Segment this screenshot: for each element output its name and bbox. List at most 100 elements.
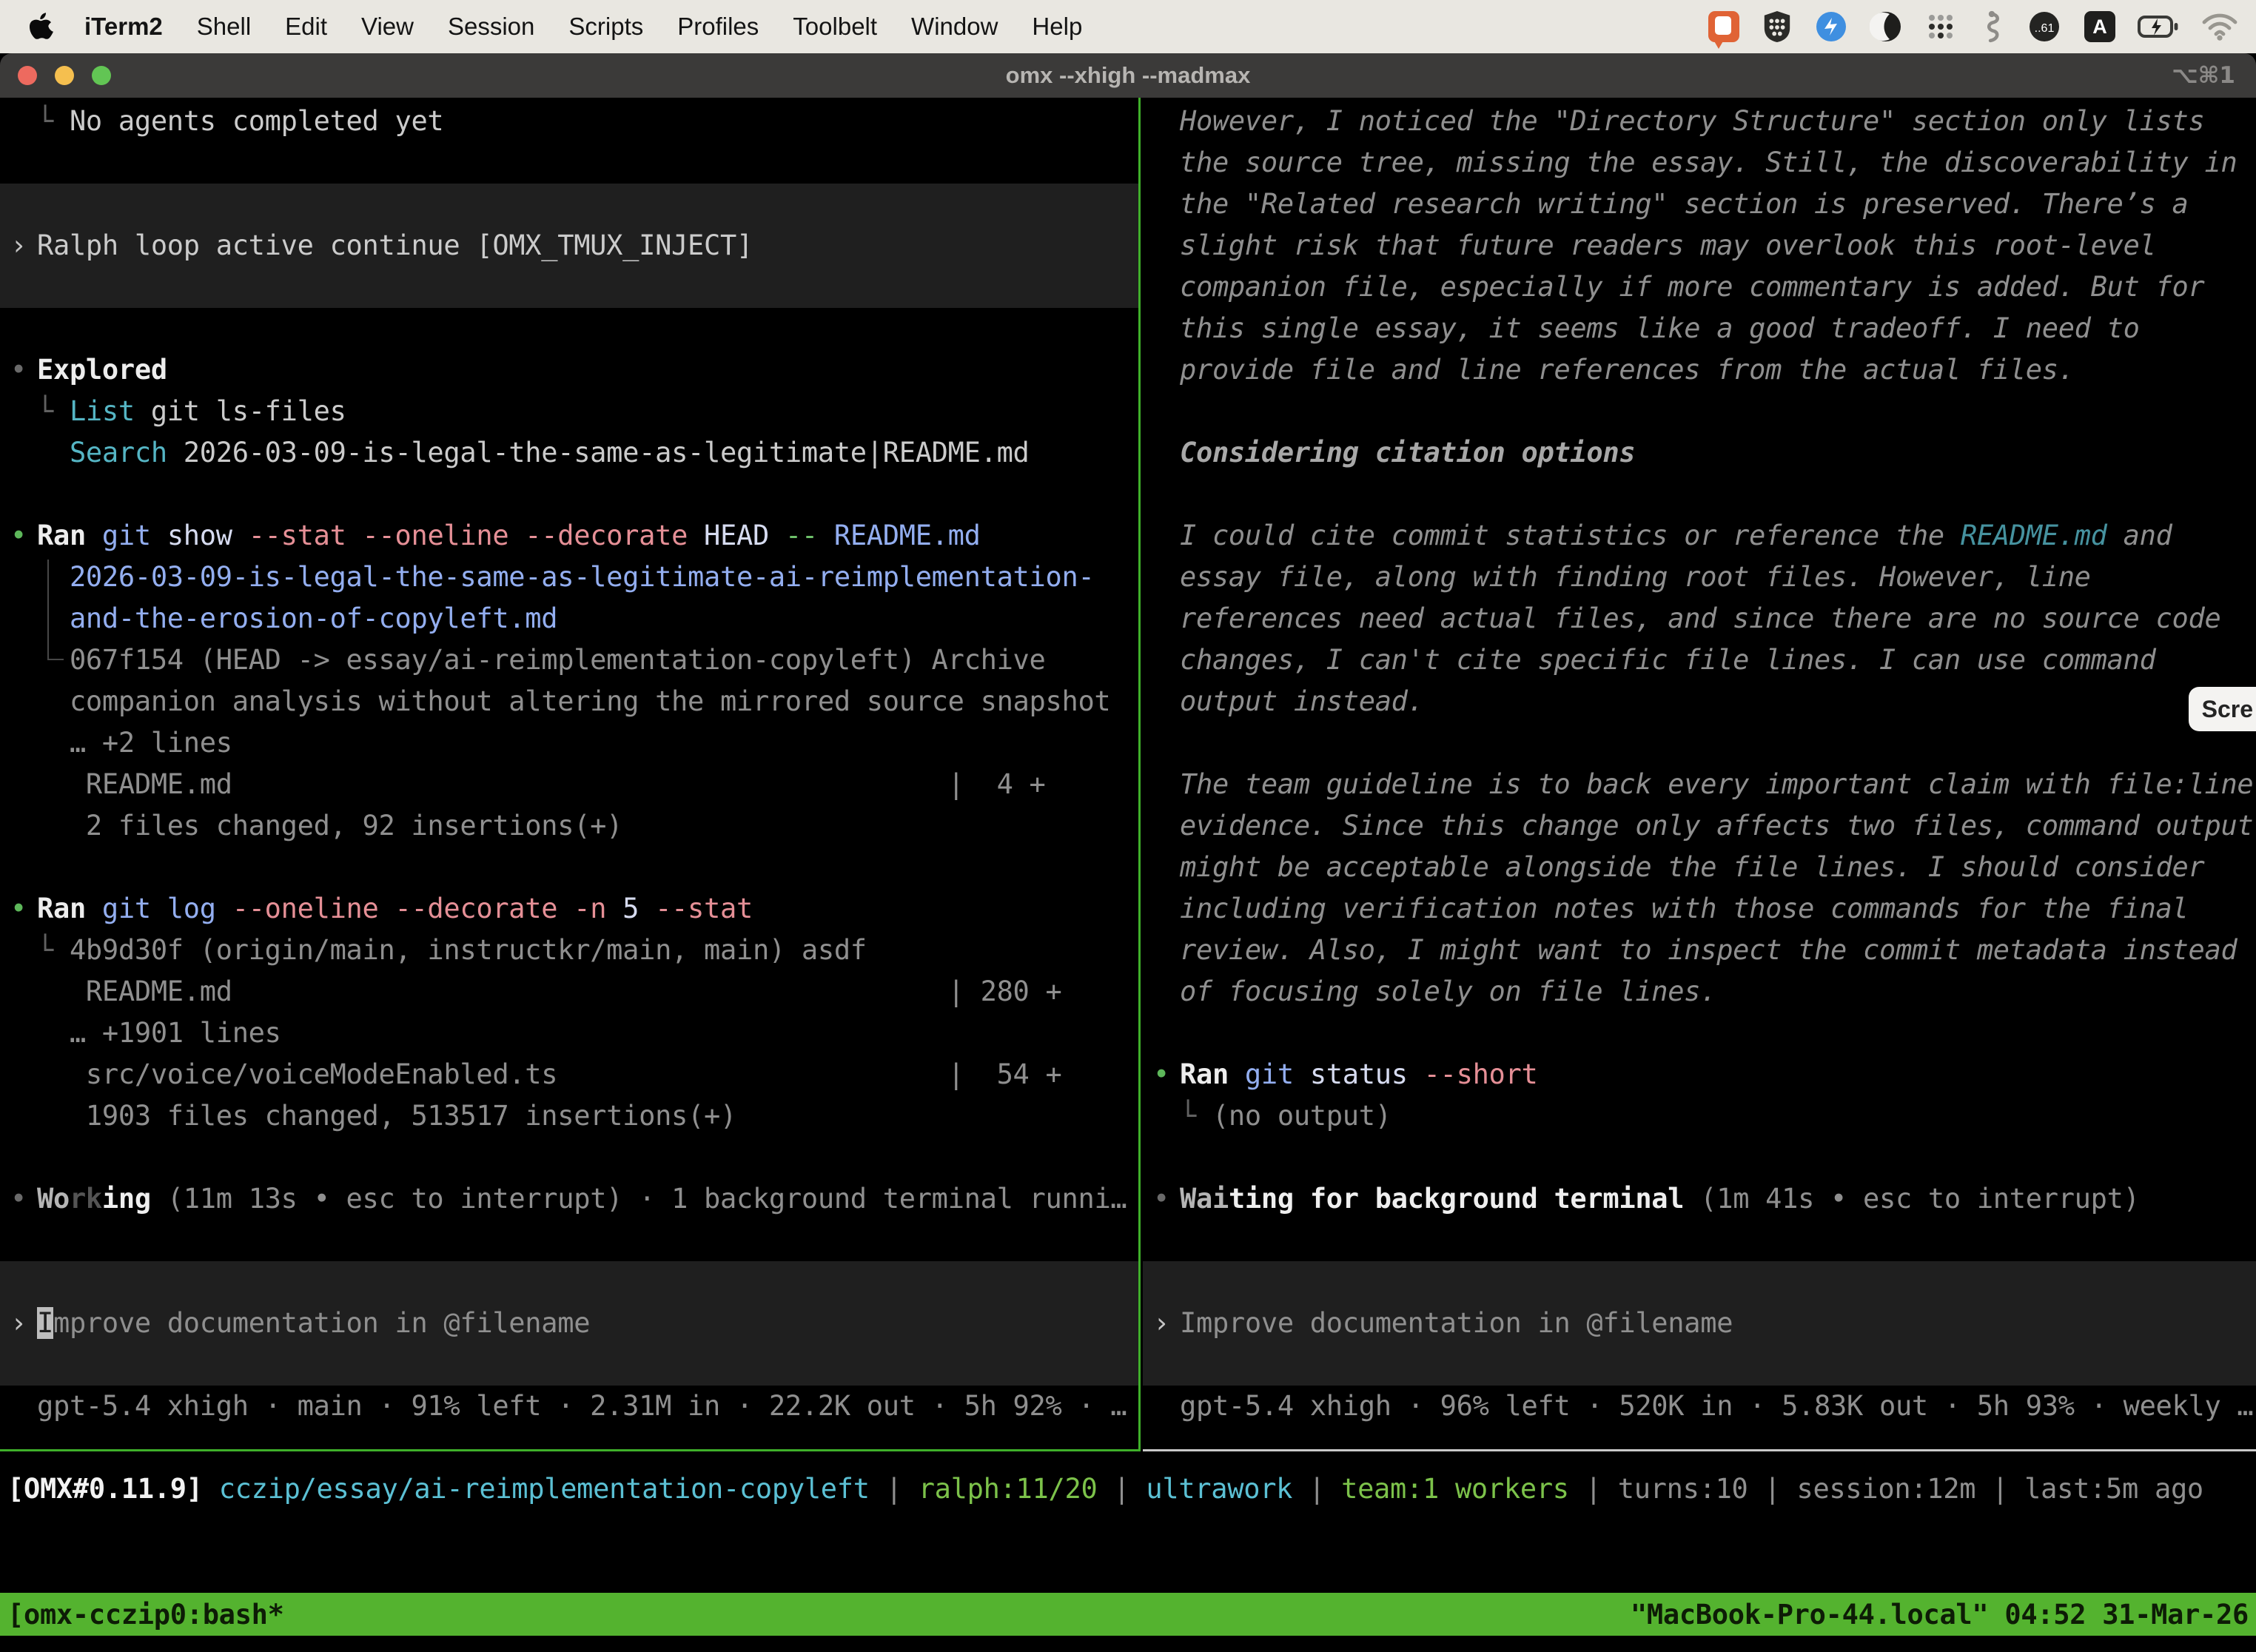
blank-line xyxy=(1143,391,2256,432)
blank-line xyxy=(1143,474,2256,515)
text-segment: --stat xyxy=(655,893,753,924)
text-segment: session:12m xyxy=(1796,1473,1975,1505)
text-segment: ting for background terminal xyxy=(1229,1183,1684,1215)
text-segment: README.md xyxy=(818,520,981,551)
battery-icon[interactable] xyxy=(2138,10,2179,43)
terminal-line: 2026-03-09-is-legal-the-same-as-legitima… xyxy=(0,557,1138,598)
text-segment: slight risk that future readers may over… xyxy=(1180,229,2156,261)
text-segment: 1903 files changed, 513517 insertions(+) xyxy=(37,1100,736,1132)
text-segment: └ xyxy=(37,395,70,427)
text-segment: changes, I can't cite specific file line… xyxy=(1180,644,2156,676)
dots-grid-icon[interactable] xyxy=(1924,10,1957,43)
menu-item-session[interactable]: Session xyxy=(448,13,534,41)
terminal-line: essay file, along with finding root file… xyxy=(1143,557,2256,598)
tmux-status-bar: [omx-cczip0:bash* "MacBook-Pro-44.local"… xyxy=(0,1593,2256,1636)
text-segment: (1m 41s • esc to interrupt) xyxy=(1684,1183,2139,1215)
menu-item-iterm2[interactable]: iTerm2 xyxy=(84,13,163,41)
terminal-line: └ 4b9d30f (origin/main, instructkr/main,… xyxy=(0,930,1138,971)
text-segment: this single essay, it seems like a good … xyxy=(1180,312,2140,344)
menu-item-view[interactable]: View xyxy=(361,13,414,41)
terminal-line: README.md | 280 + xyxy=(0,971,1138,1013)
text-segment: ultrawork xyxy=(1146,1473,1292,1505)
blank-line xyxy=(0,847,1138,888)
terminal-line: companion analysis without altering the … xyxy=(0,681,1138,722)
bullet-icon: • xyxy=(1153,1178,1169,1220)
menu-item-profiles[interactable]: Profiles xyxy=(677,13,759,41)
text-segment: gpt-5.4 xhigh · 96% left · 520K in · 5.8… xyxy=(1180,1390,2253,1422)
minimize-window-button[interactable] xyxy=(55,66,74,85)
text-segment xyxy=(37,437,70,469)
menu-bar: iTerm2 Shell Edit View Session Scripts Profile… xyxy=(0,0,2256,53)
terminal-line: └ (no output) xyxy=(1143,1095,2256,1137)
blank-line xyxy=(1143,722,2256,764)
terminal-line: the source tree, missing the essay. Stil… xyxy=(1143,142,2256,184)
terminal-line: this single essay, it seems like a good … xyxy=(1143,308,2256,349)
text-segment: 2026-03-09-is-legal-the-same-as-legitima… xyxy=(167,437,1030,469)
text-segment: List xyxy=(70,395,135,427)
text-segment: | xyxy=(1569,1473,1618,1505)
left-prompt-input[interactable]: ›Improve documentation in @filename xyxy=(0,1261,1138,1386)
menu-item-edit[interactable]: Edit xyxy=(285,13,327,41)
terminal-line: changes, I can't cite specific file line… xyxy=(1143,639,2256,681)
zoom-window-button[interactable] xyxy=(92,66,111,85)
text-segment: … +2 lines xyxy=(37,727,232,759)
terminal-line: The team guideline is to back every impo… xyxy=(1143,764,2256,805)
shield-grid-icon[interactable] xyxy=(1762,10,1793,44)
bullet-icon: • xyxy=(10,349,27,391)
menu-item-toolbelt[interactable]: Toolbelt xyxy=(793,13,877,41)
menu-items: iTerm2 Shell Edit View Session Scripts Profile… xyxy=(84,13,1082,41)
menu-item-shell[interactable]: Shell xyxy=(197,13,251,41)
text-segment: Ran xyxy=(1180,1058,1245,1090)
wifi-icon[interactable] xyxy=(2201,12,2238,41)
crescent-icon[interactable] xyxy=(1870,10,1902,43)
right-prompt-input[interactable]: ›Improve documentation in @filename xyxy=(1143,1261,2256,1386)
tmux-pane-left[interactable]: └ No agents completed yet›Ralph loop act… xyxy=(0,101,1138,1427)
text-segment: | xyxy=(1292,1473,1341,1505)
prompt-input-line: ›Improve documentation in @filename xyxy=(0,1303,1138,1344)
chat-icon[interactable] xyxy=(1708,11,1739,42)
screenshot-toast[interactable]: Scre xyxy=(2189,687,2256,731)
blank-line xyxy=(0,142,1138,184)
pane-divider[interactable] xyxy=(1138,98,1141,1449)
text-segment: | xyxy=(870,1473,919,1505)
terminal-line: src/voice/voiceModeEnabled.ts | 54 + xyxy=(0,1054,1138,1095)
menu-item-window[interactable]: Window xyxy=(911,13,998,41)
blank-line xyxy=(0,1220,1138,1261)
text-segment: 5 xyxy=(622,893,655,924)
close-window-button[interactable] xyxy=(18,66,37,85)
terminal-line: gpt-5.4 xhigh · main · 91% left · 2.31M … xyxy=(0,1386,1138,1427)
bullet-icon: • xyxy=(1153,1054,1169,1095)
tmux-pane-right[interactable]: However, I noticed the "Directory Struct… xyxy=(1143,101,2256,1427)
dragon-icon[interactable] xyxy=(1979,9,2004,44)
text-segment: including verification notes with those … xyxy=(1180,893,2189,924)
text-segment: git log xyxy=(102,893,232,924)
text-segment: companion file, especially if more comme… xyxy=(1180,271,2204,303)
terminal-line: •Working (11m 13s • esc to interrupt) · … xyxy=(0,1178,1138,1220)
text-segment: --oneline --decorate xyxy=(232,893,574,924)
text-segment: -- xyxy=(785,520,818,551)
text-cursor: I xyxy=(37,1307,53,1339)
prompt-chevron-icon: › xyxy=(10,225,27,266)
text-segment: ing xyxy=(102,1183,151,1215)
screenshot-toast-label: Scre xyxy=(2202,696,2253,723)
text-segment: README.md | 4 + xyxy=(37,768,1046,800)
text-segment: src/voice/voiceModeEnabled.ts | 54 + xyxy=(37,1058,1061,1090)
menu-item-help[interactable]: Help xyxy=(1032,13,1082,41)
terminal-line: gpt-5.4 xhigh · 96% left · 520K in · 5.8… xyxy=(1143,1386,2256,1427)
stats-bolt-icon[interactable] xyxy=(1815,10,1847,43)
window-shortcut-badge: ⌥⌘1 xyxy=(2172,62,2235,89)
text-segment: gpt-5.4 xhigh · main · 91% left · 2.31M … xyxy=(37,1390,1127,1422)
gauge-61-icon[interactable]: ..61 xyxy=(2027,10,2062,43)
keyboard-a-icon[interactable]: A xyxy=(2084,11,2115,42)
window-title-bar[interactable]: omx --xhigh --madmax ⌥⌘1 xyxy=(0,53,2256,98)
apple-icon[interactable] xyxy=(28,12,53,41)
right-pane-border xyxy=(1143,1449,2256,1451)
left-prompt-input[interactable]: ›Ralph loop active continue [OMX_TMUX_IN… xyxy=(0,184,1138,308)
text-segment: HEAD xyxy=(688,520,785,551)
tmux-host-clock: "MacBook-Pro-44.local" 04:52 31-Mar-26 xyxy=(1631,1599,2256,1631)
text-segment: essay file, along with finding root file… xyxy=(1180,561,2091,593)
terminal-line: might be acceptable alongside the file l… xyxy=(1143,847,2256,888)
menu-item-scripts[interactable]: Scripts xyxy=(568,13,643,41)
text-segment: and xyxy=(2107,520,2172,551)
tmux-window-label[interactable]: [omx-cczip0:bash* xyxy=(0,1599,284,1631)
